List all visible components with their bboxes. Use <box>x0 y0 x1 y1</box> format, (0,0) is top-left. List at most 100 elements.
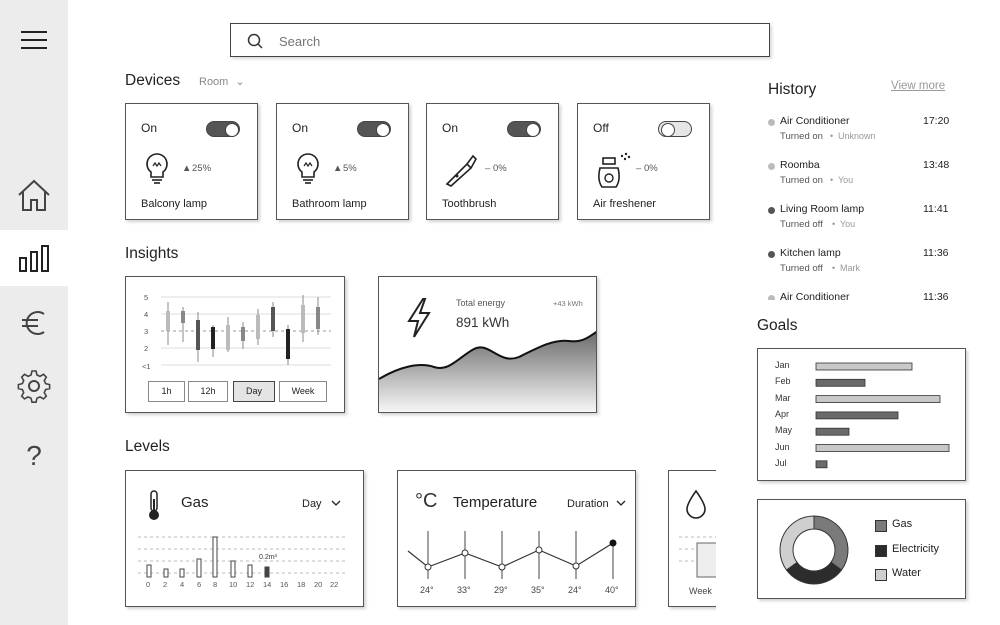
status-dot <box>768 163 775 170</box>
goal-bar <box>815 378 866 387</box>
legend-swatch <box>875 545 887 557</box>
y-tick: 3 <box>144 327 149 336</box>
room-filter[interactable]: Room ⌄ <box>199 75 245 88</box>
candles <box>166 295 320 365</box>
range-1h[interactable]: 1h <box>148 381 185 402</box>
trend-up-icon: ▲ <box>182 163 192 174</box>
gas-bar-chart <box>138 536 348 578</box>
x-tick: 16 <box>280 580 289 589</box>
history-item[interactable]: Living Room lamp 11:41 Turned off • You <box>768 203 958 243</box>
temperature-period-select[interactable]: Duration <box>567 498 626 510</box>
device-change: 0% <box>644 163 658 174</box>
status-dot <box>768 207 775 214</box>
history-action: Turned off <box>780 219 823 230</box>
history-item[interactable]: Kitchen lamp 11:36 Turned off • Mark <box>768 247 958 287</box>
menu-button[interactable] <box>0 10 68 70</box>
gas-period-select[interactable]: Day <box>302 498 341 510</box>
history-action: Turned on <box>780 175 823 186</box>
device-toggle[interactable] <box>658 121 692 137</box>
thermometer-icon <box>149 490 159 520</box>
goal-month-label: Mar <box>775 392 791 403</box>
history-time: 11:36 <box>923 247 949 259</box>
goal-month-label: Jan <box>775 360 790 370</box>
chevron-down-icon <box>616 500 626 506</box>
goal-bar <box>815 395 941 403</box>
lamp-icon <box>297 153 319 184</box>
temp-label: 33° <box>457 585 471 595</box>
bar-chart-icon <box>19 245 49 272</box>
goal-bar <box>815 427 850 436</box>
status-dot <box>768 119 775 126</box>
x-tick: 2 <box>163 580 168 589</box>
nav-costs[interactable] <box>0 293 68 353</box>
nav-help[interactable]: ? <box>0 426 68 486</box>
room-filter-label: Room <box>199 76 229 88</box>
x-tick: 0 <box>146 580 151 589</box>
history-device: Air Conditioner <box>780 291 850 300</box>
device-card-bathroom-lamp[interactable]: On ▲ 5% Bathroom lamp <box>276 103 409 220</box>
device-name: Toothbrush <box>442 198 497 210</box>
energy-delta: +43 kWh <box>553 299 583 308</box>
card-overflow-mask <box>716 460 746 620</box>
device-card-air-freshener[interactable]: Off – 0% Air freshener <box>577 103 710 220</box>
history-by: You <box>838 175 854 185</box>
usage-card: Gas Electricity Water <box>757 499 966 599</box>
chevron-down-icon: ⌄ <box>235 76 245 88</box>
energy-card: Total energy 891 kWh +43 kWh <box>378 276 597 413</box>
levels-title: Levels <box>125 438 170 455</box>
history-item[interactable]: Air Conditioner 17:20 Turned on • Unknow… <box>768 115 958 155</box>
x-tick: 20 <box>314 580 323 589</box>
view-more-link[interactable]: View more <box>891 80 945 92</box>
goal-bar <box>815 460 828 469</box>
device-card-balcony-lamp[interactable]: On ▲ 25% Balcony lamp <box>125 103 258 220</box>
history-title: History <box>768 81 817 98</box>
device-toggle[interactable] <box>507 121 541 137</box>
usage-donut-chart <box>779 515 849 585</box>
trend-flat-icon: – <box>485 163 491 174</box>
help-icon: ? <box>26 440 42 471</box>
donut-slice-water <box>779 515 815 571</box>
goal-month-label: Feb <box>775 376 791 387</box>
history-item[interactable]: Air Conditioner 11:36 <box>768 291 958 300</box>
y-tick: 5 <box>144 293 149 302</box>
gas-card: Gas Day 0.2m³ 0 2 4 6 8 10 12 14 16 18 2… <box>125 470 364 607</box>
nav-insights[interactable] <box>0 230 68 286</box>
device-change: 5% <box>343 163 357 174</box>
goals-title: Goals <box>757 317 798 334</box>
range-12h[interactable]: 12h <box>188 381 228 402</box>
history-list: Air Conditioner 17:20 Turned on • Unknow… <box>760 105 960 300</box>
range-day[interactable]: Day <box>233 381 275 402</box>
search-bar[interactable] <box>230 23 770 57</box>
hamburger-icon <box>21 31 47 49</box>
temperature-title: Temperature <box>453 494 538 511</box>
temp-label: 35° <box>531 585 545 595</box>
euro-icon <box>22 311 45 335</box>
x-tick: 22 <box>330 580 339 589</box>
device-change: 0% <box>493 163 507 174</box>
legend-swatch <box>875 520 887 532</box>
device-card-toothbrush[interactable]: On – 0% Toothbrush <box>426 103 559 220</box>
trend-up-icon: ▲ <box>333 163 343 174</box>
search-input[interactable] <box>277 30 751 52</box>
history-item[interactable]: Roomba 13:48 Turned on • You <box>768 159 958 199</box>
insights-title: Insights <box>125 245 179 262</box>
range-week[interactable]: Week <box>279 381 327 402</box>
x-tick: 14 <box>263 580 272 589</box>
goal-month-label: Apr <box>775 408 790 419</box>
temp-label: 40° <box>605 585 619 595</box>
trend-flat-icon: – <box>636 163 642 174</box>
device-toggle[interactable] <box>357 121 391 137</box>
chevron-down-icon <box>331 500 341 506</box>
device-state: On <box>141 121 158 135</box>
nav-settings[interactable] <box>0 356 68 416</box>
history-device: Living Room lamp <box>780 203 865 215</box>
device-toggle[interactable] <box>206 121 240 137</box>
goal-bar <box>815 444 950 452</box>
nav-home[interactable] <box>0 165 68 225</box>
devices-title: Devices <box>125 72 181 89</box>
history-device: Kitchen lamp <box>780 247 841 259</box>
history-time: 13:48 <box>923 159 950 171</box>
air-freshener-icon <box>598 152 631 188</box>
status-dot <box>768 295 775 300</box>
history-device: Roomba <box>780 159 820 171</box>
